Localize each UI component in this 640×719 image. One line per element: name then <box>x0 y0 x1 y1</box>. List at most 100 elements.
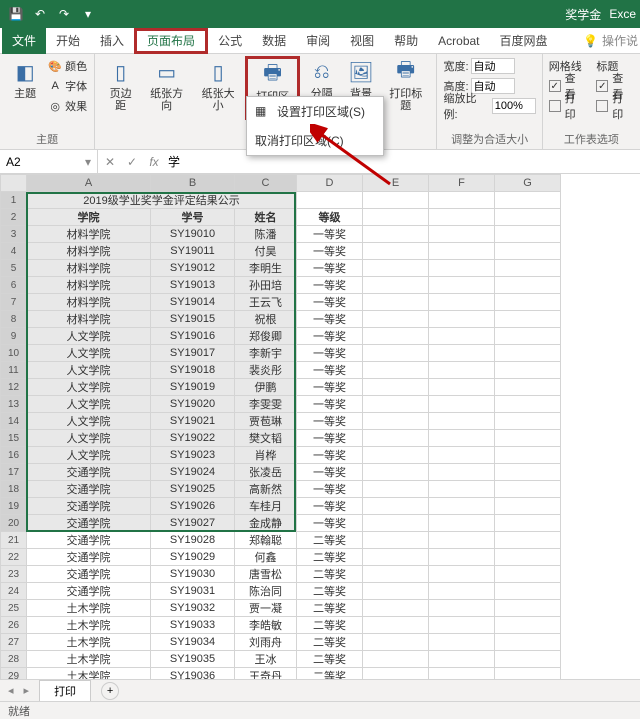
data-cell[interactable]: 材料学院 <box>27 311 151 328</box>
data-cell[interactable]: 一等奖 <box>297 362 363 379</box>
data-cell[interactable]: 一等奖 <box>297 464 363 481</box>
cancel-formula[interactable]: ✕ <box>102 155 118 169</box>
row-header[interactable]: 6 <box>1 277 27 294</box>
row-header[interactable]: 4 <box>1 243 27 260</box>
data-cell[interactable]: SY19014 <box>151 294 235 311</box>
row-header[interactable]: 10 <box>1 345 27 362</box>
data-cell[interactable]: 王冰 <box>235 651 297 668</box>
data-cell[interactable]: 材料学院 <box>27 294 151 311</box>
row-header[interactable]: 18 <box>1 481 27 498</box>
row-header[interactable]: 12 <box>1 379 27 396</box>
data-cell[interactable]: 唐雪松 <box>235 566 297 583</box>
width-row[interactable]: 宽度: <box>443 56 535 76</box>
tab-pagelayout[interactable]: 页面布局 <box>134 28 208 54</box>
row-header[interactable]: 27 <box>1 634 27 651</box>
data-cell[interactable]: 一等奖 <box>297 226 363 243</box>
tab-data[interactable]: 数据 <box>252 28 296 54</box>
sheet-nav-next[interactable]: ▸ <box>24 684 30 697</box>
row-header[interactable]: 5 <box>1 260 27 277</box>
col-header-E[interactable]: E <box>363 175 429 192</box>
title-cell[interactable]: 2019级学业奖学金评定结果公示 <box>27 192 297 209</box>
row-header[interactable]: 20 <box>1 515 27 532</box>
data-cell[interactable]: 金成静 <box>235 515 297 532</box>
data-cell[interactable]: 一等奖 <box>297 345 363 362</box>
data-cell[interactable]: 一等奖 <box>297 311 363 328</box>
data-cell[interactable]: 土木学院 <box>27 634 151 651</box>
data-cell[interactable]: SY19017 <box>151 345 235 362</box>
data-cell[interactable]: 材料学院 <box>27 226 151 243</box>
data-cell[interactable]: 一等奖 <box>297 447 363 464</box>
data-cell[interactable]: 李皓敏 <box>235 617 297 634</box>
row-header[interactable]: 13 <box>1 396 27 413</box>
row-header[interactable]: 17 <box>1 464 27 481</box>
redo-icon[interactable]: ↷ <box>56 6 72 22</box>
row-header[interactable]: 7 <box>1 294 27 311</box>
data-cell[interactable]: 孙田培 <box>235 277 297 294</box>
data-cell[interactable]: SY19022 <box>151 430 235 447</box>
data-cell[interactable]: SY19013 <box>151 277 235 294</box>
data-cell[interactable]: SY19011 <box>151 243 235 260</box>
data-cell[interactable]: SY19026 <box>151 498 235 515</box>
data-cell[interactable]: 一等奖 <box>297 260 363 277</box>
namebox-dropdown-icon[interactable]: ▾ <box>85 155 91 169</box>
data-cell[interactable]: 交通学院 <box>27 549 151 566</box>
themes-button[interactable]: ◧ 主题 <box>7 56 43 116</box>
data-cell[interactable]: 交通学院 <box>27 498 151 515</box>
data-cell[interactable]: 材料学院 <box>27 260 151 277</box>
data-cell[interactable]: 交通学院 <box>27 532 151 549</box>
data-cell[interactable]: SY19029 <box>151 549 235 566</box>
sheet-tab[interactable]: 打印 <box>39 680 91 701</box>
data-cell[interactable]: 裴炎彤 <box>235 362 297 379</box>
data-cell[interactable]: 二等奖 <box>297 549 363 566</box>
data-cell[interactable]: SY19024 <box>151 464 235 481</box>
data-cell[interactable]: 郑翰聪 <box>235 532 297 549</box>
data-cell[interactable]: SY19035 <box>151 651 235 668</box>
data-cell[interactable]: 一等奖 <box>297 515 363 532</box>
data-cell[interactable]: SY19025 <box>151 481 235 498</box>
data-cell[interactable]: 樊文韬 <box>235 430 297 447</box>
data-cell[interactable]: 一等奖 <box>297 430 363 447</box>
colors-button[interactable]: 🎨颜色 <box>47 56 87 76</box>
row-header[interactable]: 2 <box>1 209 27 226</box>
gridlines-print[interactable]: 打印 <box>549 96 587 116</box>
effects-button[interactable]: ◎效果 <box>47 96 87 116</box>
row-header[interactable]: 16 <box>1 447 27 464</box>
data-cell[interactable]: SY19031 <box>151 583 235 600</box>
data-cell[interactable]: SY19030 <box>151 566 235 583</box>
data-cell[interactable]: 张凌岳 <box>235 464 297 481</box>
data-cell[interactable]: SY19010 <box>151 226 235 243</box>
data-cell[interactable]: 二等奖 <box>297 634 363 651</box>
data-cell[interactable]: 一等奖 <box>297 294 363 311</box>
data-cell[interactable]: 二等奖 <box>297 566 363 583</box>
data-cell[interactable]: SY19016 <box>151 328 235 345</box>
row-header[interactable]: 1 <box>1 192 27 209</box>
data-cell[interactable]: 材料学院 <box>27 277 151 294</box>
enter-formula[interactable]: ✓ <box>124 155 140 169</box>
scale-input[interactable] <box>492 98 536 114</box>
data-cell[interactable]: 高新然 <box>235 481 297 498</box>
col-header-C[interactable]: C <box>235 175 297 192</box>
tab-baidu[interactable]: 百度网盘 <box>490 28 558 54</box>
data-cell[interactable]: 肖桦 <box>235 447 297 464</box>
data-cell[interactable]: 一等奖 <box>297 379 363 396</box>
data-cell[interactable]: SY19015 <box>151 311 235 328</box>
data-cell[interactable]: 交通学院 <box>27 583 151 600</box>
data-cell[interactable]: 一等奖 <box>297 277 363 294</box>
data-cell[interactable]: 二等奖 <box>297 583 363 600</box>
data-cell[interactable]: 伊鹏 <box>235 379 297 396</box>
data-cell[interactable]: 贾苞琳 <box>235 413 297 430</box>
tab-file[interactable]: 文件 <box>2 28 46 54</box>
data-cell[interactable]: SY19019 <box>151 379 235 396</box>
data-cell[interactable]: 郑俊卿 <box>235 328 297 345</box>
col-header-B[interactable]: B <box>151 175 235 192</box>
width-input[interactable] <box>471 58 515 74</box>
data-cell[interactable]: SY19034 <box>151 634 235 651</box>
data-cell[interactable]: 二等奖 <box>297 532 363 549</box>
data-cell[interactable]: SY19012 <box>151 260 235 277</box>
data-cell[interactable]: 祝根 <box>235 311 297 328</box>
row-header[interactable]: 9 <box>1 328 27 345</box>
formula-input[interactable] <box>168 155 636 169</box>
qat-dropdown-icon[interactable]: ▾ <box>80 6 96 22</box>
data-cell[interactable]: 人文学院 <box>27 345 151 362</box>
data-cell[interactable]: 人文学院 <box>27 430 151 447</box>
